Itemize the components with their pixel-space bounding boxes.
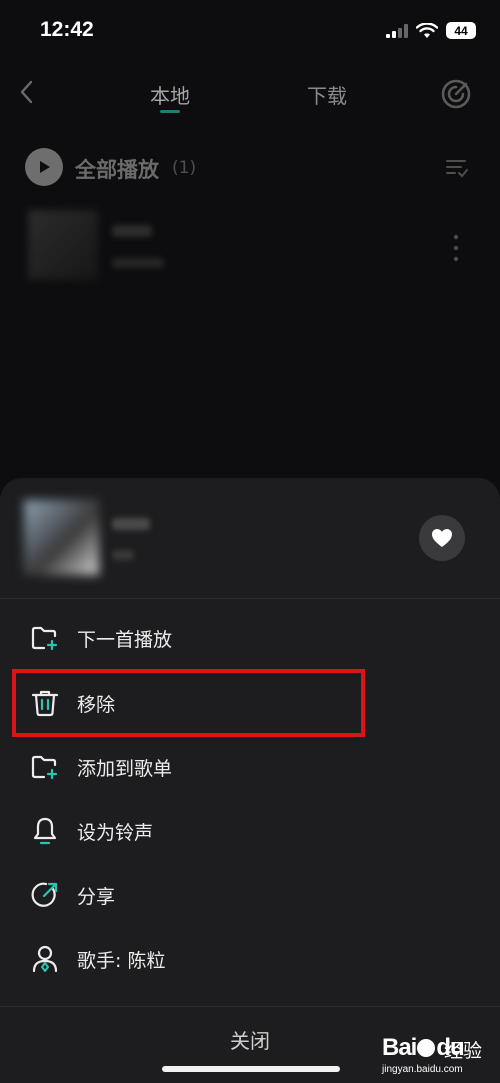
more-vertical-icon[interactable] [453, 234, 459, 262]
menu-label: 歌手: 陈粒 [77, 949, 166, 972]
play-all-count: (1) [172, 158, 197, 178]
close-label: 关闭 [230, 1029, 270, 1053]
back-arrow-icon[interactable] [14, 78, 42, 106]
menu-label: 设为铃声 [77, 821, 154, 844]
menu-label: 添加到歌单 [77, 757, 173, 780]
home-indicator [162, 1066, 340, 1072]
menu-item-add-to-playlist[interactable]: 添加到歌单 [0, 735, 500, 799]
active-tab-indicator [160, 110, 180, 113]
menu-item-share[interactable]: 分享 [0, 863, 500, 927]
heart-icon [432, 529, 452, 547]
play-all-button[interactable] [25, 148, 63, 186]
song-title-blurred [112, 225, 152, 237]
play-icon [40, 161, 50, 173]
song-action-sheet: 下一首播放 移除 添加到歌单 设为铃声 分享 歌手: 陈粒 关闭 [0, 478, 500, 1083]
baidu-jingyan-watermark: Bai du 经验 jingyan.baidu.com [382, 1030, 492, 1080]
menu-item-singer[interactable]: 歌手: 陈粒 [0, 927, 500, 991]
menu-label: 分享 [77, 885, 116, 908]
tab-download[interactable]: 下载 [307, 80, 347, 109]
song-artist-blurred [112, 258, 164, 268]
sheet-song-cover [24, 500, 99, 575]
sheet-song-title-blurred [112, 518, 150, 530]
menu-item-set-ringtone[interactable]: 设为铃声 [0, 799, 500, 863]
radar-scan-icon[interactable] [440, 78, 472, 110]
watermark-cn: 经验 [444, 1040, 483, 1062]
add-to-playlist-icon [31, 755, 58, 780]
bell-icon [33, 817, 57, 845]
menu-label: 下一首播放 [77, 628, 173, 651]
sheet-divider [0, 598, 500, 599]
tab-local[interactable]: 本地 [150, 80, 190, 109]
singer-icon [32, 945, 58, 973]
watermark-url: jingyan.baidu.com [382, 1064, 463, 1075]
paw-icon [417, 1039, 436, 1057]
share-icon [31, 882, 58, 907]
song-cover [28, 210, 98, 280]
play-all-label[interactable]: 全部播放 [75, 154, 159, 184]
sheet-song-artist-blurred [112, 550, 134, 560]
highlight-annotation [12, 669, 365, 737]
like-button[interactable] [419, 515, 465, 561]
add-next-icon [31, 626, 58, 651]
sort-select-icon[interactable] [445, 156, 469, 180]
menu-item-play-next[interactable]: 下一首播放 [0, 606, 500, 670]
